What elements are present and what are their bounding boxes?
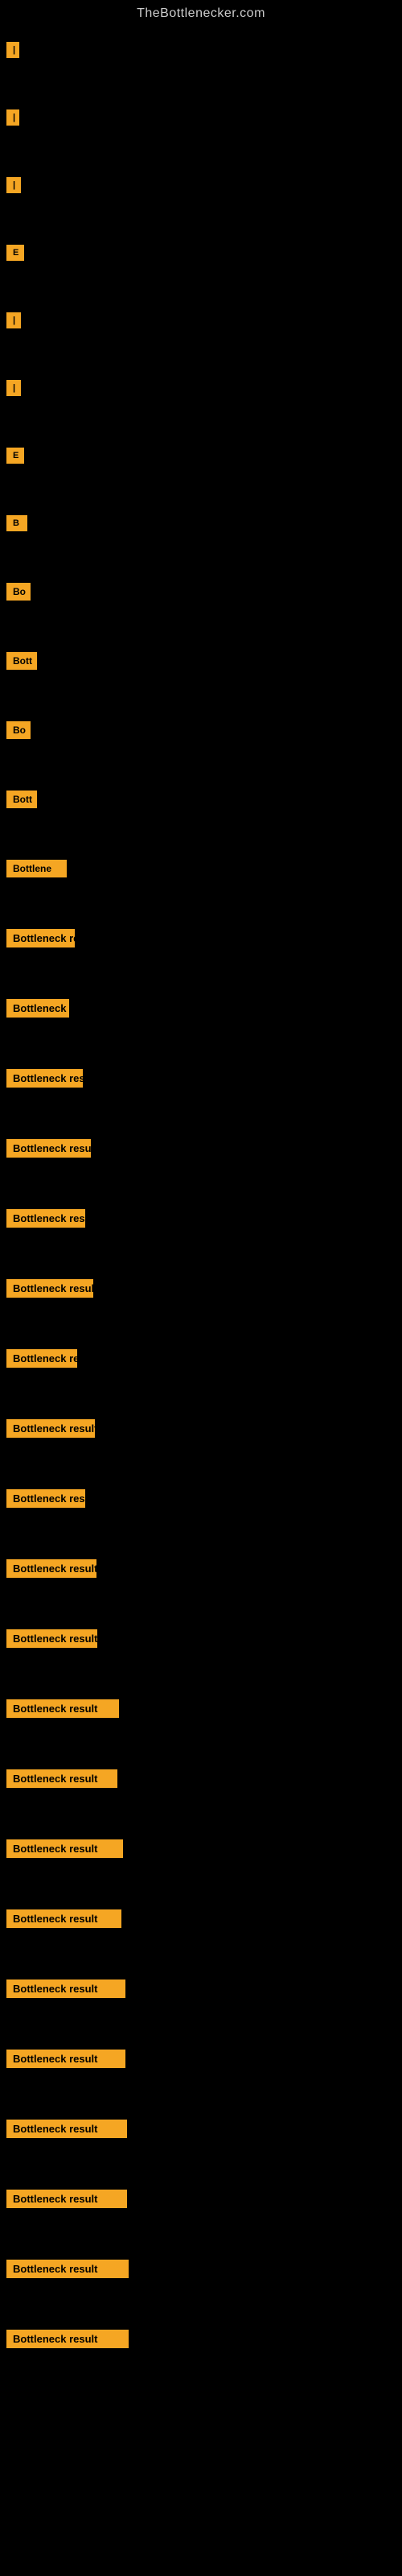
bottleneck-label: Bottleneck result — [6, 2120, 127, 2138]
bottleneck-row: Bottleneck result — [6, 1136, 402, 1161]
bottleneck-label: Bottleneck result — [6, 1699, 119, 1718]
bottleneck-row: Bottleneck res — [6, 1066, 402, 1091]
bottleneck-row: Bottleneck resu — [6, 1486, 402, 1511]
bottleneck-label: B — [6, 515, 27, 531]
bottleneck-label: Bottleneck result — [6, 2190, 127, 2208]
bottleneck-label: Bottleneck result — [6, 1909, 121, 1928]
bottleneck-row: | — [6, 377, 402, 399]
bottleneck-label: Bottleneck result — [6, 1979, 125, 1998]
bottleneck-row: Bottleneck result — [6, 1696, 402, 1721]
bottleneck-label: Bottlene — [6, 860, 67, 877]
bottleneck-label: E — [6, 448, 24, 464]
bottleneck-row: Bottleneck result — [6, 1556, 402, 1581]
bottleneck-row: Bo — [6, 718, 402, 742]
bottleneck-row: Bottleneck result — [6, 2046, 402, 2071]
bottleneck-label: Bo — [6, 583, 31, 601]
bottleneck-row: Bott — [6, 649, 402, 673]
bottleneck-label: Bottleneck result — [6, 1419, 95, 1438]
bottleneck-label: | — [6, 312, 21, 328]
bottleneck-label: Bottleneck result — [6, 1559, 96, 1578]
bottleneck-label: Bottleneck result — [6, 1769, 117, 1788]
bottleneck-row: | — [6, 309, 402, 332]
bottleneck-row: Bott — [6, 787, 402, 811]
bottleneck-row: Bottleneck result — [6, 1766, 402, 1791]
bottleneck-row: E — [6, 242, 402, 264]
bottleneck-row: Bottleneck result — [6, 1416, 402, 1441]
bottleneck-row: Bottleneck — [6, 996, 402, 1021]
bottleneck-row: Bottleneck result — [6, 2116, 402, 2141]
bottleneck-label: Bottleneck re — [6, 1349, 77, 1368]
bottleneck-label: Bottleneck — [6, 999, 69, 1018]
bottleneck-label: Bottleneck resul — [6, 1279, 93, 1298]
bottleneck-label: Bottleneck result — [6, 1139, 91, 1158]
bottleneck-label: | — [6, 109, 19, 126]
bottleneck-label: Bo — [6, 721, 31, 739]
bottleneck-row: E — [6, 444, 402, 467]
bottleneck-row: Bottleneck result — [6, 1976, 402, 2001]
bottleneck-label: Bottleneck result — [6, 1839, 123, 1858]
bottleneck-row: Bottlene — [6, 857, 402, 881]
bottleneck-row: Bottleneck result — [6, 2186, 402, 2211]
bottleneck-row: Bottleneck result — [6, 2256, 402, 2281]
bottleneck-label: Bottleneck res — [6, 1209, 85, 1228]
bottleneck-row: Bottleneck result — [6, 1626, 402, 1651]
bottleneck-label: Bott — [6, 652, 37, 670]
bottleneck-row: B — [6, 512, 402, 535]
bottleneck-label: | — [6, 42, 19, 58]
bottleneck-row: Bottleneck re — [6, 926, 402, 951]
bottleneck-label: Bottleneck result — [6, 2260, 129, 2278]
bottleneck-row: | — [6, 106, 402, 129]
bottleneck-row: | — [6, 39, 402, 61]
bottleneck-row: Bottleneck res — [6, 1206, 402, 1231]
bottleneck-row: Bottleneck result — [6, 1836, 402, 1861]
bottleneck-row: | — [6, 174, 402, 196]
bottleneck-label: Bottleneck res — [6, 1069, 83, 1088]
bottleneck-label: Bottleneck result — [6, 2050, 125, 2068]
items-container: | | | E | | E B Bo Bott Bo Bott Bottlene Bottleneck r… — [0, 31, 402, 2351]
bottleneck-row: Bottleneck result — [6, 2326, 402, 2351]
bottleneck-label: Bottleneck re — [6, 929, 75, 947]
bottleneck-label: Bottleneck result — [6, 2330, 129, 2348]
bottleneck-label: | — [6, 177, 21, 193]
bottleneck-row: Bo — [6, 580, 402, 604]
bottleneck-row: Bottleneck resul — [6, 1276, 402, 1301]
bottleneck-row: Bottleneck result — [6, 1906, 402, 1931]
bottleneck-row: Bottleneck re — [6, 1346, 402, 1371]
bottleneck-label: Bott — [6, 791, 37, 808]
bottleneck-label: Bottleneck result — [6, 1629, 97, 1648]
bottleneck-label: | — [6, 380, 21, 396]
bottleneck-label: Bottleneck resu — [6, 1489, 85, 1508]
bottleneck-label: E — [6, 245, 24, 261]
site-title: TheBottlenecker.com — [0, 0, 402, 31]
